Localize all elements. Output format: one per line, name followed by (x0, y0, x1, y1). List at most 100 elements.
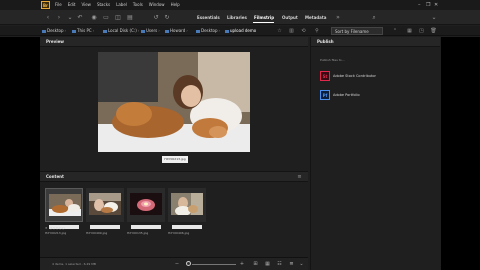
content-panel-header: Content ≡ (40, 172, 308, 182)
minimize-icon[interactable]: – (418, 1, 421, 9)
app-logo: Br (41, 1, 50, 9)
breadcrumb-item[interactable]: This PC› (72, 27, 94, 35)
folder-icon (165, 29, 169, 33)
toolbar: ‹ › ⌄ ↶ ◉ ▭ ◫ ▤ ↺ ↻ Essentials Libraries… (0, 10, 480, 25)
open-icon[interactable]: ◳ (418, 27, 425, 35)
publish-panel-header: Publish (311, 37, 440, 47)
rotate-left-icon[interactable]: ↺ (152, 14, 160, 22)
breadcrumb-item[interactable]: Users› (141, 27, 160, 35)
preview-panel-title: Preview (46, 39, 65, 44)
workspace-output[interactable]: Output (282, 14, 298, 22)
publish-adobe-portfolio[interactable]: Pf Adobe Portfolio (320, 90, 430, 100)
boomerang-icon[interactable]: ↶ (76, 14, 84, 22)
folder-icon (225, 29, 229, 33)
thumbnail-item[interactable] (86, 188, 124, 222)
workspace-filmstrip[interactable]: Filmstrip (254, 14, 274, 22)
menu-file[interactable]: File (55, 1, 62, 9)
breadcrumb-item-current[interactable]: upload demo (225, 27, 256, 35)
folder-icon (42, 29, 46, 33)
menu-stacks[interactable]: Stacks (97, 1, 110, 9)
grid-view-icon[interactable]: ▦ (264, 261, 271, 268)
status-bar: 4 items, 1 selected - 6.29 MB − + ⊞ ▦ ☷ … (40, 257, 308, 270)
rating-stars[interactable]: ✕ ○○○○○ (45, 226, 65, 230)
breadcrumb-item[interactable]: Local Disk (C:)› (103, 27, 139, 35)
star-filter-icon[interactable]: ☆ (276, 27, 283, 35)
preview-image[interactable] (98, 52, 250, 152)
breadcrumb-label: Desktop (47, 28, 64, 33)
menu-help[interactable]: Help (171, 1, 180, 9)
sort-dropdown[interactable]: Sort by Filename (331, 27, 383, 35)
thumbnail-image (130, 193, 162, 215)
chevron-right-icon: › (218, 28, 221, 33)
thumbnail-filename: HXY00135.jpg (127, 231, 149, 235)
right-margin (441, 37, 480, 270)
path-bar: Desktop› This PC› Local Disk (C:)› Users… (0, 26, 480, 36)
status-text: 4 items, 1 selected - 6.29 MB (52, 262, 96, 266)
output-icon[interactable]: ▤ (126, 14, 134, 22)
left-margin (0, 37, 40, 270)
list-view-icon[interactable]: ≣ (288, 261, 295, 268)
preview-filename: HXY00213.jpg (162, 156, 188, 163)
thumbnail-image (49, 194, 81, 216)
menu-bar: Br File Edit View Stacks Label Tools Win… (0, 0, 480, 10)
publish-adobe-stock[interactable]: St Adobe Stock Contributor (320, 71, 430, 81)
details-view-icon[interactable]: ☷ (276, 261, 283, 268)
thumbnail-item[interactable] (127, 188, 165, 222)
delete-icon[interactable]: 🗑 (430, 27, 437, 35)
menu-edit[interactable]: Edit (68, 1, 76, 9)
chevron-down-icon[interactable]: ⌄ (298, 261, 305, 268)
menu-tools[interactable]: Tools (133, 1, 143, 9)
adobe-portfolio-icon: Pf (320, 90, 330, 100)
back-icon[interactable]: ‹ (44, 14, 52, 22)
publish-item-label: Adobe Portfolio (333, 93, 360, 97)
breadcrumb-label: Users (146, 28, 158, 33)
camera-download-icon[interactable]: ◉ (90, 14, 98, 22)
breadcrumb-item[interactable]: Desktop› (42, 27, 66, 35)
menu-label[interactable]: Label (116, 1, 127, 9)
publish-panel: Publish Publish files to... St Adobe Sto… (310, 37, 440, 270)
folder-icon (196, 29, 200, 33)
breadcrumb-label: This PC (77, 28, 92, 33)
drive-icon (103, 29, 107, 33)
workspace-metadata[interactable]: Metadata (305, 14, 326, 22)
thumbnail-size-slider[interactable] (192, 264, 236, 265)
preview-panel: Preview HXY00213.jpg (40, 37, 308, 170)
preview-panel-header: Preview (40, 37, 308, 47)
thumbnail-filename: HXY00406.jpg (168, 231, 190, 235)
close-icon[interactable]: ✕ (434, 1, 438, 9)
chevron-right-icon: › (64, 28, 67, 33)
breadcrumb-label: Desktop (201, 28, 218, 33)
open-recent-icon[interactable]: ◫ (114, 14, 122, 22)
zoom-in-icon[interactable]: + (239, 261, 245, 268)
new-folder-icon[interactable]: ▥ (288, 27, 295, 35)
thumbnail-label-bar (172, 225, 202, 229)
stack-icon[interactable]: ▦ (406, 27, 413, 35)
refine-icon[interactable]: ▭ (102, 14, 110, 22)
search-icon[interactable]: ⌕ (370, 14, 378, 22)
content-panel-title: Content (46, 174, 64, 179)
rotate-icon[interactable]: ⟲ (300, 27, 307, 35)
thumbnail-item[interactable] (168, 188, 206, 222)
recent-folder-icon[interactable]: ⌄ (66, 14, 74, 22)
thumbnail-image (89, 193, 121, 215)
chevron-down-icon[interactable]: ⌄ (430, 14, 438, 22)
menu-view[interactable]: View (81, 1, 91, 9)
panel-menu-icon[interactable]: ≡ (296, 173, 303, 181)
maximize-icon[interactable]: ❐ (426, 1, 430, 9)
slider-handle[interactable] (186, 261, 191, 266)
workspace-essentials[interactable]: Essentials (197, 14, 220, 22)
breadcrumb-item[interactable]: Desktop› (196, 27, 220, 35)
adobe-stock-icon: St (320, 71, 330, 81)
more-workspaces-icon[interactable]: » (334, 14, 342, 22)
sort-order-icon[interactable]: ⌃ (392, 27, 398, 35)
filter-icon[interactable]: ⚲ (313, 27, 321, 35)
menu-window[interactable]: Window (149, 1, 165, 9)
breadcrumb-item[interactable]: Howard› (165, 27, 188, 35)
breadcrumb-label: Local Disk (C:) (108, 28, 137, 33)
zoom-out-icon[interactable]: − (174, 261, 180, 268)
thumbnail-item[interactable] (45, 188, 83, 222)
rotate-right-icon[interactable]: ↻ (163, 14, 171, 22)
forward-icon[interactable]: › (55, 14, 63, 22)
lock-icon[interactable]: ⊞ (252, 261, 259, 268)
workspace-libraries[interactable]: Libraries (227, 14, 247, 22)
